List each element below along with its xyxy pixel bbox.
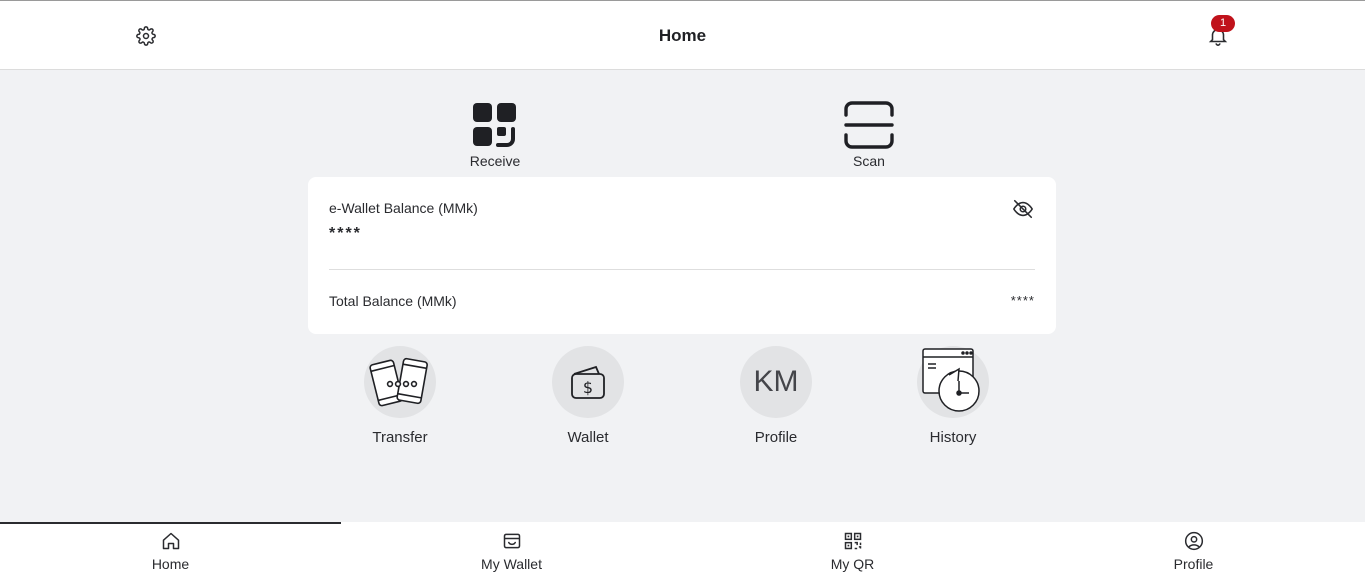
history-label: History	[929, 429, 977, 446]
tab-profile-label: Profile	[1173, 556, 1214, 572]
notification-badge: 1	[1211, 15, 1235, 32]
app-header: Home 1	[0, 3, 1365, 70]
total-balance-label: Total Balance (MMk)	[329, 293, 457, 309]
balance-card: e-Wallet Balance (MMk) **** Total Balanc…	[308, 177, 1056, 334]
wallet-button[interactable]: $ Wallet	[528, 346, 648, 446]
history-clock-icon	[922, 348, 980, 412]
receive-label: Receive	[469, 153, 521, 169]
card-divider	[329, 269, 1035, 270]
tab-home[interactable]: Home	[0, 522, 341, 581]
bottom-navigation: Home My Wallet My QR Profile	[0, 522, 1365, 581]
scan-button[interactable]: Scan	[809, 100, 929, 169]
wallet-balance-value: ****	[329, 225, 362, 242]
transfer-phones-icon	[369, 357, 428, 407]
user-circle-icon	[1184, 531, 1203, 551]
home-icon	[162, 532, 179, 550]
qr-receive-icon	[473, 103, 516, 147]
avatar-initials: KM	[753, 365, 799, 398]
scan-icon	[844, 101, 894, 149]
tab-my-qr[interactable]: My QR	[682, 522, 1023, 581]
tab-my-qr-label: My QR	[830, 556, 875, 572]
wallet-icon	[503, 533, 520, 549]
transfer-button[interactable]: Transfer	[340, 346, 460, 446]
total-balance-value: ****	[1010, 293, 1035, 308]
svg-text:$: $	[583, 378, 593, 397]
tab-profile[interactable]: Profile	[1023, 522, 1364, 581]
wallet-label: Wallet	[567, 429, 609, 446]
toggle-balance-visibility-button[interactable]	[1012, 198, 1034, 220]
profile-button[interactable]: KM Profile	[716, 346, 836, 446]
qr-icon	[844, 532, 861, 550]
eye-off-icon	[1012, 199, 1034, 219]
tab-my-wallet[interactable]: My Wallet	[341, 522, 682, 581]
tab-home-label: Home	[151, 556, 190, 572]
wallet-balance-label: e-Wallet Balance (MMk)	[329, 200, 478, 216]
wallet-dollar-icon: $	[571, 365, 605, 399]
scan-label: Scan	[853, 153, 885, 169]
tab-my-wallet-label: My Wallet	[481, 556, 542, 572]
history-button[interactable]: History	[893, 346, 1013, 446]
page-title: Home	[658, 26, 707, 45]
profile-label: Profile	[754, 429, 798, 446]
receive-button[interactable]: Receive	[435, 100, 555, 169]
transfer-label: Transfer	[372, 429, 428, 446]
